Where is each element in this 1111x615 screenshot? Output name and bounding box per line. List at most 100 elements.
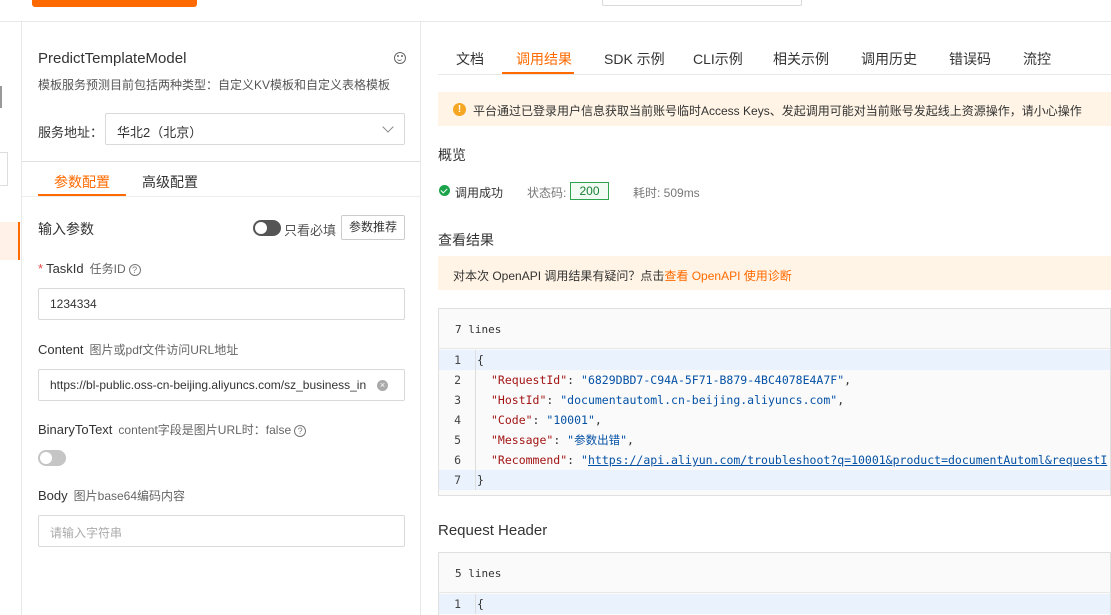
param-name: BinaryToText <box>38 422 113 437</box>
comma: , <box>844 373 852 387</box>
body-input[interactable]: 请输入字符串 <box>38 515 405 547</box>
line-number: 4 <box>454 413 461 427</box>
diagnosis-banner: 对本次 OpenAPI 调用结果有疑问？点击查看 OpenAPI 使用诊断 <box>438 256 1111 290</box>
body-placeholder: 请输入字符串 <box>50 526 123 540</box>
code-text: "HostId": "documentautoml.cn-beijing.ali… <box>491 393 845 407</box>
comma: , <box>627 433 634 447</box>
required-only-label: 只看必填 <box>284 223 337 238</box>
code-line: 1{ <box>439 594 1110 614</box>
feedback-smile-icon[interactable] <box>394 52 406 64</box>
line-number: 6 <box>454 453 461 467</box>
param-name: TaskId <box>46 261 84 276</box>
comma: , <box>837 393 845 407</box>
recommend-url-link[interactable]: https://api.aliyun.com/troubleshoot?q=10… <box>588 453 1107 467</box>
toggle-knob <box>255 222 267 234</box>
service-address-select[interactable]: 华北2（北京） <box>105 113 405 145</box>
param-desc: 图片base64编码内容 <box>73 489 186 503</box>
line-number: 3 <box>454 393 461 407</box>
code-line: 6 "Recommend": "https://api.aliyun.com/tr… <box>439 450 1110 470</box>
tab-rate-limit[interactable]: 流控 <box>1023 49 1051 69</box>
tab-cli-example[interactable]: CLI示例 <box>693 49 743 69</box>
overview-title: 概览 <box>438 147 466 163</box>
param-desc: 任务ID <box>89 262 126 276</box>
warning-text: 平台通过已登录用户信息获取当前账号临时Access Keys、发起调用可能对当前… <box>473 104 1082 118</box>
param-desc: content字段是图片URL时：false <box>118 423 292 437</box>
code-text: "RequestId": "6829DBD7-C94A-5F71-B879-4B… <box>491 373 852 387</box>
param-binarytotext-label: BinaryToText content字段是图片URL时：false? <box>38 421 307 438</box>
clear-icon[interactable]: × <box>377 380 388 391</box>
left-nav-strip <box>0 22 22 615</box>
code-line: 7} <box>439 470 1110 490</box>
tab-param-config[interactable]: 参数配置 <box>54 172 110 192</box>
code-line: 4 "Code": "10001", <box>439 410 1110 430</box>
param-name: Content <box>38 342 84 357</box>
param-recommend-button[interactable]: 参数推荐 <box>341 215 405 240</box>
warning-banner: ! 平台通过已登录用户信息获取当前账号临时Access Keys、发起调用可能对… <box>438 92 1111 126</box>
code-body: 1{ <box>439 593 1110 614</box>
code-text: "Code": "10001", <box>491 413 602 427</box>
divider <box>22 161 421 162</box>
json-key: "Code" <box>491 413 533 427</box>
code-text: "Recommend": "https://api.aliyun.com/tro… <box>491 453 1108 467</box>
code-lines-count: 5 lines <box>439 553 1110 593</box>
status-code-label: 状态码: <box>527 186 567 200</box>
warning-icon: ! <box>453 103 466 116</box>
result-panel: 文档 调用结果 SDK 示例 CLI示例 相关示例 调用历史 错误码 流控 ! … <box>422 22 1111 615</box>
top-primary-button[interactable] <box>32 0 197 7</box>
line-number: 1 <box>454 353 461 367</box>
json-value: "documentautoml.cn-beijing.aliyuncs.com" <box>560 393 838 407</box>
param-body-label: Body 图片base64编码内容 <box>38 487 185 504</box>
help-icon[interactable]: ? <box>128 263 141 276</box>
diagnosis-text: 对本次 OpenAPI 调用结果有疑问？点击查看 OpenAPI 使用诊断 <box>453 267 792 284</box>
diagnosis-prompt: 对本次 OpenAPI 调用结果有疑问？点击 <box>453 269 665 283</box>
code-text: { <box>477 597 484 611</box>
service-address-value: 华北2（北京） <box>117 125 203 140</box>
tab-docs[interactable]: 文档 <box>456 49 484 69</box>
param-name: Body <box>38 488 68 503</box>
taskid-value: 1234334 <box>50 297 97 311</box>
json-key: "HostId" <box>491 393 547 407</box>
code-line: 1{ <box>439 350 1110 370</box>
json-value: "6829DBD7-C94A-5F71-B879-4BC4078E4A7F" <box>581 373 845 387</box>
required-only-toggle[interactable] <box>253 220 281 236</box>
content-input[interactable]: https://bl-public.oss-cn-beijing.aliyunc… <box>38 369 405 401</box>
binarytotext-toggle[interactable] <box>38 450 66 466</box>
line-number: 1 <box>454 597 461 611</box>
top-bar <box>0 0 1111 22</box>
taskid-input[interactable]: 1234334 <box>38 288 405 320</box>
result-title: 查看结果 <box>438 232 494 248</box>
json-key: "RequestId" <box>491 373 568 387</box>
tab-call-history[interactable]: 调用历史 <box>861 49 917 69</box>
line-number: 2 <box>454 373 461 387</box>
nav-marker <box>0 86 2 108</box>
tab-sdk-example[interactable]: SDK 示例 <box>604 49 665 69</box>
service-address-label: 服务地址： <box>38 125 104 140</box>
code-line: 2 "RequestId": "6829DBD7-C94A-5F71-B879-4… <box>439 370 1110 390</box>
elapsed-time: 耗时: 509ms <box>633 186 700 200</box>
line-number: 5 <box>454 433 461 447</box>
required-star: * <box>38 261 44 276</box>
code-line: 3 "HostId": "documentautoml.cn-beijing.al… <box>439 390 1110 410</box>
tab-call-result[interactable]: 调用结果 <box>516 49 572 69</box>
request-header-code-block[interactable]: 5 lines 1{ <box>438 552 1111 615</box>
json-value: "参数出错" <box>567 433 628 447</box>
json-value: "10001" <box>546 413 595 427</box>
status-code-badge: 200 <box>570 182 609 200</box>
code-body: 1{ 2 "RequestId": "6829DBD7-C94A-5F71-B87… <box>439 349 1110 490</box>
diagnosis-link[interactable]: 查看 OpenAPI 使用诊断 <box>664 269 791 283</box>
code-line: 5 "Message": "参数出错", <box>439 430 1110 450</box>
tab-advanced-config[interactable]: 高级配置 <box>142 172 198 192</box>
tab-related-examples[interactable]: 相关示例 <box>773 49 829 69</box>
tab-error-codes[interactable]: 错误码 <box>949 49 991 69</box>
nav-collapsed-input[interactable] <box>0 152 8 186</box>
code-text: "Message": "参数出错", <box>491 433 634 447</box>
result-code-block[interactable]: 7 lines 1{ 2 "RequestId": "6829DBD7-C94A-… <box>438 308 1111 496</box>
line-number: 7 <box>454 473 461 487</box>
success-check-icon <box>439 185 450 196</box>
help-icon[interactable]: ? <box>294 424 307 437</box>
top-search-input[interactable] <box>602 0 802 6</box>
json-key: "Message" <box>491 433 554 447</box>
nav-active-item[interactable] <box>0 222 20 260</box>
comma: , <box>594 413 602 427</box>
api-title: PredictTemplateModel <box>38 50 187 67</box>
